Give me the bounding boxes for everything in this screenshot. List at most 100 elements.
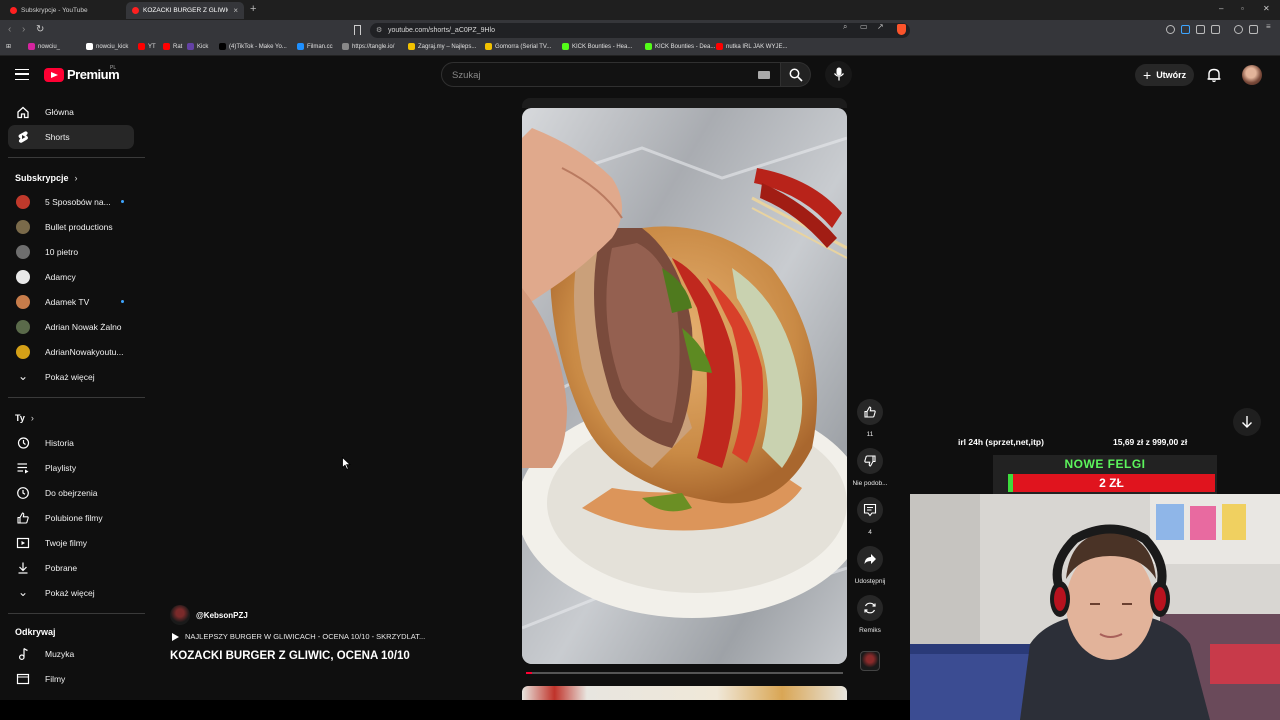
downloads-icon	[18, 562, 28, 574]
bookmark-page-icon[interactable]	[354, 25, 361, 35]
next-short-button[interactable]	[1233, 408, 1261, 436]
sidebar-item-history[interactable]: Historia	[8, 431, 134, 455]
youtube-logo-icon[interactable]	[44, 68, 64, 82]
minimize-icon[interactable]: –	[1219, 4, 1223, 13]
shield-icon[interactable]	[1249, 25, 1258, 34]
bookmark-label: KICK Bounties - Hea...	[572, 43, 633, 50]
bookmark-item[interactable]: (4)TikTok - Make Yo...	[219, 43, 287, 50]
sound-thumbnail[interactable]	[860, 651, 880, 671]
you-header[interactable]: Ty ›	[15, 413, 34, 423]
brave-shield-icon[interactable]	[897, 24, 906, 35]
sidebar-item-subscription[interactable]: AdrianNowakyoutu...	[8, 340, 134, 364]
keyboard-icon[interactable]	[758, 71, 770, 79]
bookmark-favicon-icon	[163, 43, 170, 50]
media-icon[interactable]	[1234, 25, 1243, 34]
playback-progress-track[interactable]	[526, 672, 843, 674]
show-more-subscriptions[interactable]: ⌄ Pokaż więcej	[8, 365, 134, 389]
watch-later-icon	[17, 487, 29, 499]
remix-button[interactable]	[857, 595, 883, 621]
tab-subscriptions[interactable]: Subskrypcje - YouTube	[4, 2, 124, 19]
apps-icon[interactable]: ⊞	[6, 43, 11, 50]
subscriptions-header[interactable]: Subskrypcje ›	[15, 173, 78, 183]
history-icon	[17, 437, 30, 449]
sidebar-item-subscription[interactable]: Adamcy	[8, 265, 134, 289]
bookmark-item[interactable]: Gomorra (Serial TV...	[485, 43, 551, 50]
sidebar-item-liked-videos[interactable]: Polubione filmy	[8, 506, 134, 530]
sidebar-item-subscription[interactable]: Adrian Nowak Żalno	[8, 315, 134, 339]
channel-handle[interactable]: @KebsonPZJ	[196, 611, 248, 620]
sidebar-item-subscription[interactable]: Bullet productions	[8, 215, 134, 239]
bookmark-item[interactable]: YT	[138, 43, 156, 50]
sidebar-item-playlists[interactable]: Playlisty	[8, 456, 134, 480]
sidebar-item-subscription[interactable]: 10 pietro	[8, 240, 134, 264]
next-short-preview[interactable]	[522, 686, 847, 700]
create-button[interactable]: + Utwórz	[1135, 64, 1195, 86]
zoom-icon[interactable]: ⌕	[843, 22, 847, 32]
bookmark-favicon-icon	[86, 43, 93, 50]
sidebar-item-home[interactable]: Główna	[8, 100, 134, 124]
new-tab-button[interactable]: +	[250, 3, 256, 15]
reload-icon[interactable]: ↻	[36, 24, 44, 35]
video-frame-image	[522, 108, 847, 664]
share-button[interactable]	[857, 546, 883, 572]
sidebar-item-your-videos[interactable]: Twoje filmy	[8, 531, 134, 555]
forward-icon[interactable]: ›	[22, 24, 25, 35]
bookmark-item[interactable]: nowciu_kick	[86, 43, 128, 50]
sidebar-item-movies[interactable]: Filmy	[8, 667, 134, 691]
extension-icon[interactable]	[1181, 25, 1190, 34]
back-icon[interactable]: ‹	[8, 24, 11, 35]
search-button[interactable]	[781, 62, 811, 87]
create-label: Utwórz	[1156, 70, 1187, 80]
bookmark-item[interactable]: Rat	[163, 43, 182, 50]
menu-dots-icon[interactable]: ≡	[1266, 22, 1271, 31]
hamburger-menu-icon[interactable]	[15, 69, 29, 80]
sidebar-item-label: Do obejrzenia	[45, 488, 98, 498]
channel-avatar	[16, 345, 30, 359]
bookmark-item[interactable]: Kick	[187, 43, 208, 50]
cast-icon[interactable]: ▭	[860, 22, 868, 31]
bookmark-item[interactable]: KICK Bounties - Hea...	[562, 43, 632, 50]
search-input[interactable]	[452, 67, 742, 83]
sidebar-item-downloads[interactable]: Pobrane	[8, 556, 134, 580]
bookmark-label: Rat	[173, 43, 183, 50]
sidebar-item-shorts[interactable]: Shorts	[8, 125, 134, 149]
sidebar-item-music[interactable]: Muzyka	[8, 642, 134, 666]
channel-avatar[interactable]	[170, 605, 190, 625]
short-video[interactable]	[522, 108, 847, 664]
video-top-strip	[522, 98, 847, 108]
tab-current-short[interactable]: KOZACKI BURGER Z GLIWIC, ... ×	[126, 2, 244, 19]
address-bar[interactable]: ⚙ youtube.com/shorts/_aC0PZ_9Hlo	[370, 23, 910, 38]
share-page-icon[interactable]: ↗	[877, 22, 884, 31]
account-avatar[interactable]	[1242, 65, 1262, 85]
chevron-down-icon: ⌄	[17, 585, 29, 599]
site-info-icon[interactable]: ⚙	[376, 26, 382, 34]
close-window-icon[interactable]: ✕	[1263, 4, 1270, 13]
like-button[interactable]	[857, 399, 883, 425]
plus-icon: +	[1143, 67, 1152, 83]
bookmark-favicon-icon	[297, 43, 304, 50]
short-music[interactable]: NAJLEPSZY BURGER W GLIWICACH - OCENA 10/…	[172, 632, 425, 641]
sidebar-item-watch-later[interactable]: Do obejrzenia	[8, 481, 134, 505]
dislike-button[interactable]	[857, 448, 883, 474]
short-channel[interactable]: @KebsonPZJ	[170, 605, 248, 625]
close-tab-icon[interactable]: ×	[233, 6, 238, 15]
maximize-icon[interactable]: ▫	[1241, 4, 1244, 13]
bookmark-item[interactable]: Zagraj.my – Najleps...	[408, 43, 476, 50]
extension-icon[interactable]	[1196, 25, 1205, 34]
sidebar-item-subscription[interactable]: Adamek TV	[8, 290, 134, 314]
bookmark-item[interactable]: KICK Bounties - Dea...	[645, 43, 715, 50]
notifications-bell-icon[interactable]	[1206, 67, 1222, 83]
comments-button[interactable]	[857, 497, 883, 523]
extension-icon[interactable]	[1211, 25, 1220, 34]
bookmark-item[interactable]: nutka IRL JAK WYJE...	[716, 43, 787, 50]
show-more-you[interactable]: ⌄ Pokaż więcej	[8, 581, 134, 605]
bookmark-item[interactable]: Filman.cc	[297, 43, 333, 50]
explore-header-label: Odkrywaj	[15, 627, 56, 637]
bookmark-item[interactable]: nowciu_	[28, 43, 60, 50]
arrow-down-icon	[1242, 416, 1252, 428]
divider	[8, 397, 145, 398]
extension-icon[interactable]	[1166, 25, 1175, 34]
voice-search-button[interactable]	[825, 61, 852, 88]
sidebar-item-subscription[interactable]: 5 Sposobów na...	[8, 190, 134, 214]
bookmark-item[interactable]: https://tangle.io/	[342, 43, 394, 50]
